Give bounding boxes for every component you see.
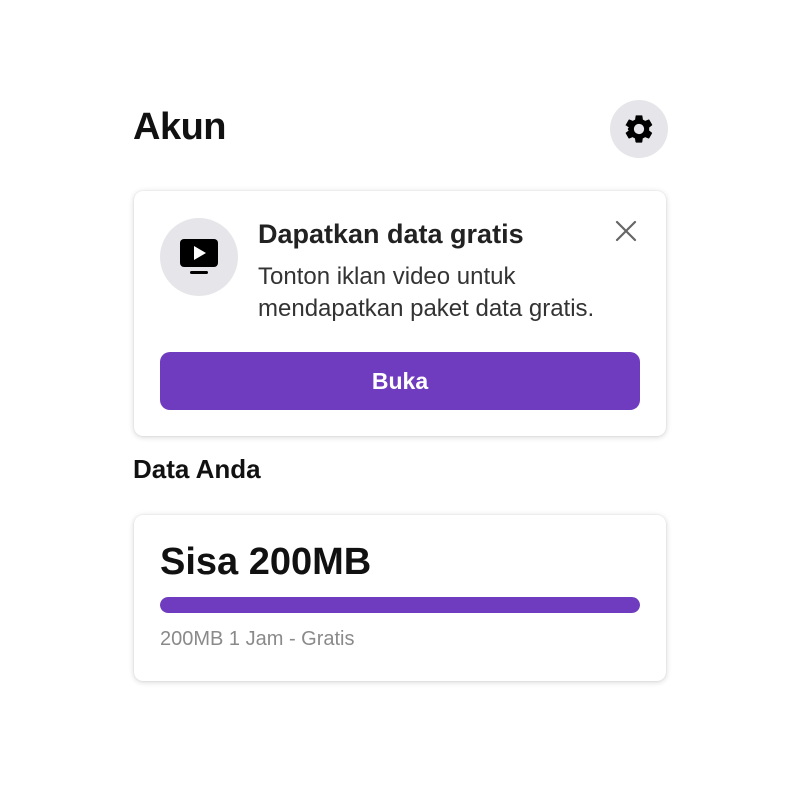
- tv-play-icon: [180, 239, 218, 274]
- close-icon: [615, 220, 637, 242]
- header: Akun: [133, 100, 668, 158]
- page-title: Akun: [133, 106, 227, 148]
- data-balance-card: Sisa 200MB 200MB 1 Jam - Gratis: [134, 515, 666, 681]
- data-progress-fill: [160, 597, 640, 613]
- open-button[interactable]: Buka: [160, 352, 640, 410]
- gear-icon: [625, 115, 653, 143]
- free-data-promo-card: Dapatkan data gratis Tonton iklan video …: [134, 191, 666, 436]
- account-page: Akun Dapatkan data gratis Tonton iklan v…: [0, 0, 800, 800]
- section-title-your-data: Data Anda: [133, 454, 261, 484]
- data-remaining-label: Sisa 200MB: [160, 541, 372, 583]
- data-plan-label: 200MB 1 Jam - Gratis: [160, 628, 355, 650]
- data-progress-bar: [160, 597, 640, 613]
- promo-icon-badge: [160, 218, 238, 296]
- close-button[interactable]: [612, 217, 640, 245]
- promo-title: Dapatkan data gratis: [258, 219, 524, 249]
- settings-button[interactable]: [610, 100, 668, 158]
- promo-description: Tonton iklan video untuk mendapatkan pak…: [258, 263, 595, 322]
